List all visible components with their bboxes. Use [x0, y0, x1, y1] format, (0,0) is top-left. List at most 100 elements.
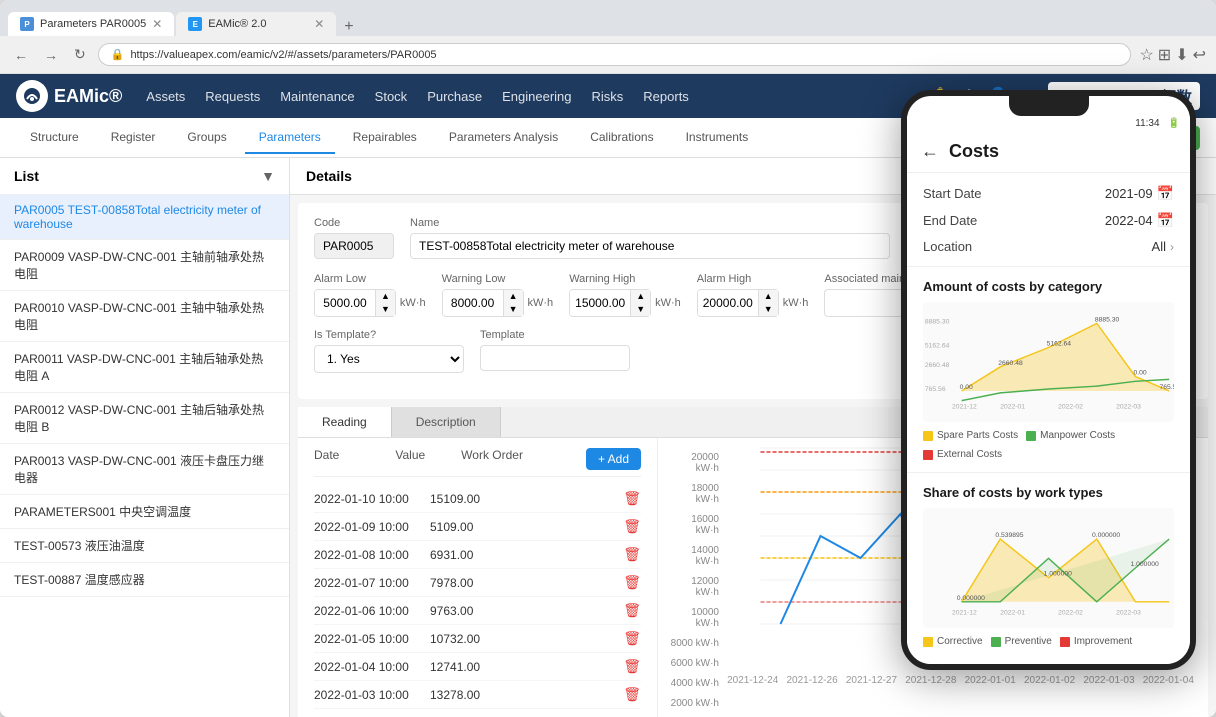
tab-parameters-analysis[interactable]: Parameters Analysis — [435, 122, 572, 154]
delete-reading-button[interactable]: 🗑 — [623, 602, 641, 619]
warning-high-input[interactable] — [570, 291, 630, 315]
tab-register[interactable]: Register — [97, 122, 170, 154]
list-item[interactable]: PAR0005 TEST-00858Total electricity mete… — [0, 195, 289, 240]
legend-dot-spare — [923, 431, 933, 441]
legend-label-preventive: Preventive — [1005, 636, 1052, 647]
alarm-high-up[interactable]: ▲ — [759, 290, 778, 303]
section-tab-reading[interactable]: Reading — [298, 407, 392, 437]
tab-label-2: EAMic® 2.0 — [208, 18, 266, 30]
warning-low-input[interactable] — [443, 291, 503, 315]
alarm-high-input[interactable] — [698, 291, 758, 315]
delete-reading-button[interactable]: 🗑 — [623, 490, 641, 507]
calendar-icon-2[interactable]: 📅 — [1157, 212, 1174, 229]
nav-reports[interactable]: Reports — [643, 85, 689, 108]
form-group-name: Name — [410, 217, 890, 261]
reading-date: 2022-01-05 10:00 — [314, 632, 414, 646]
y-label: 2000 kW·h — [668, 698, 719, 709]
phone-back-button[interactable]: ← — [921, 141, 939, 162]
svg-text:0.00: 0.00 — [960, 384, 973, 391]
warning-low-down[interactable]: ▼ — [504, 303, 523, 316]
x-axis-labels: 2021-12-24 2021-12-26 2021-12-27 2021-12… — [723, 675, 1198, 686]
alarm-low-input[interactable] — [315, 291, 375, 315]
tab-close-1[interactable]: ✕ — [152, 17, 162, 31]
svg-text:5162.64: 5162.64 — [1047, 341, 1072, 348]
delete-reading-button[interactable]: 🗑 — [623, 658, 641, 675]
calendar-icon[interactable]: 📅 — [1157, 185, 1174, 202]
list-item[interactable]: PAR0009 VASP-DW-CNC-001 主轴前轴承处热电阻 — [0, 240, 289, 291]
delete-reading-button[interactable]: 🗑 — [623, 518, 641, 535]
svg-text:2660.48: 2660.48 — [925, 362, 950, 369]
add-reading-button[interactable]: + Add — [586, 448, 641, 470]
warning-low-up[interactable]: ▲ — [504, 290, 523, 303]
list-item[interactable]: PAR0013 VASP-DW-CNC-001 液压卡盘压力继电器 — [0, 444, 289, 495]
list-item[interactable]: PAR0010 VASP-DW-CNC-001 主轴中轴承处热电阻 — [0, 291, 289, 342]
reading-col-workorder: Work Order — [461, 448, 523, 470]
nav-maintenance[interactable]: Maintenance — [280, 85, 354, 108]
filter-icon[interactable]: ▼ — [261, 168, 275, 184]
tab-instruments[interactable]: Instruments — [672, 122, 763, 154]
code-input[interactable] — [314, 233, 394, 259]
legend-spare-parts: Spare Parts Costs — [923, 430, 1018, 441]
tab-label-1: Parameters PAR0005 — [40, 18, 146, 30]
tab-structure[interactable]: Structure — [16, 122, 93, 154]
reading-date: 2022-01-06 10:00 — [314, 604, 414, 618]
bookmark-icon[interactable]: ☆ — [1139, 45, 1153, 65]
delete-reading-button[interactable]: 🗑 — [623, 630, 641, 647]
delete-reading-button[interactable]: 🗑 — [623, 546, 641, 563]
phone-chart2-section: Share of costs by work types 0.000000 0.… — [907, 473, 1190, 659]
address-bar[interactable]: 🔒 https://valueapex.com/eamic/v2/#/asset… — [98, 43, 1132, 66]
list-item[interactable]: PAR0011 VASP-DW-CNC-001 主轴后轴承处热电阻 A — [0, 342, 289, 393]
new-tab-button[interactable]: + — [338, 18, 359, 36]
name-input[interactable] — [410, 233, 890, 259]
tab-calibrations[interactable]: Calibrations — [576, 122, 667, 154]
is-template-select[interactable]: 1. Yes — [314, 345, 464, 373]
y-label: 18000 kW·h — [668, 483, 719, 505]
list-item[interactable]: TEST-00573 液压油温度 — [0, 529, 289, 563]
nav-engineering[interactable]: Engineering — [502, 85, 571, 108]
tab-parameters[interactable]: Parameters — [245, 122, 335, 154]
nav-purchase[interactable]: Purchase — [427, 85, 482, 108]
phone-overlay: 11:34 🔋 ← Costs Start Date 2021-09 📅 E — [901, 90, 1196, 670]
svg-text:1.000000: 1.000000 — [1044, 571, 1072, 578]
browser-tab-active[interactable]: P Parameters PAR0005 ✕ — [8, 12, 174, 36]
delete-reading-button[interactable]: 🗑 — [623, 686, 641, 703]
back-button[interactable]: ← — [10, 45, 32, 65]
nav-stock[interactable]: Stock — [375, 85, 408, 108]
nav-assets[interactable]: Assets — [146, 85, 185, 108]
reload-button[interactable]: ↻ — [70, 44, 90, 65]
alarm-high-down[interactable]: ▼ — [759, 303, 778, 316]
y-label: 14000 kW·h — [668, 545, 719, 567]
reading-col-value: Value — [395, 448, 425, 470]
delete-reading-button[interactable]: 🗑 — [623, 574, 641, 591]
svg-text:8885.30: 8885.30 — [1095, 316, 1120, 323]
warning-high-down[interactable]: ▼ — [631, 303, 650, 316]
unit-label-4: kW·h — [783, 297, 809, 309]
section-tab-description[interactable]: Description — [392, 407, 501, 437]
template-input[interactable] — [480, 345, 630, 371]
forward-button[interactable]: → — [40, 45, 62, 65]
warning-high-up[interactable]: ▲ — [631, 290, 650, 303]
app-nav-menu: Assets Requests Maintenance Stock Purcha… — [146, 85, 906, 108]
sidebar-title: List — [14, 168, 39, 184]
refresh-icon[interactable]: ↩ — [1193, 45, 1206, 65]
tab-repairables[interactable]: Repairables — [339, 122, 431, 154]
tab-close-2[interactable]: ✕ — [314, 17, 324, 31]
browser-tab-2[interactable]: E EAMic® 2.0 ✕ — [176, 12, 336, 36]
tab-groups[interactable]: Groups — [173, 122, 240, 154]
tab-favicon: P — [20, 17, 34, 31]
list-item[interactable]: PAR0012 VASP-DW-CNC-001 主轴后轴承处热电阻 B — [0, 393, 289, 444]
legend-corrective: Corrective — [923, 636, 983, 647]
download-icon[interactable]: ⬇ — [1175, 45, 1188, 65]
alarm-low-down[interactable]: ▼ — [376, 303, 395, 316]
reading-date: 2022-01-09 10:00 — [314, 520, 414, 534]
list-item-link-par0005[interactable]: PAR0005 TEST-00858Total electricity mete… — [14, 203, 261, 231]
alarm-low-up[interactable]: ▲ — [376, 290, 395, 303]
chevron-right-icon[interactable]: › — [1170, 240, 1174, 254]
extension-icon[interactable]: ⊞ — [1158, 45, 1171, 65]
nav-requests[interactable]: Requests — [205, 85, 260, 108]
list-item[interactable]: PARAMETERS001 中央空调温度 — [0, 495, 289, 529]
form-group-warning-low: Warning Low ▲ ▼ kW·h — [442, 273, 554, 317]
nav-risks[interactable]: Risks — [592, 85, 624, 108]
svg-text:8885.30: 8885.30 — [925, 318, 950, 325]
list-item[interactable]: TEST-00887 温度感应器 — [0, 563, 289, 597]
